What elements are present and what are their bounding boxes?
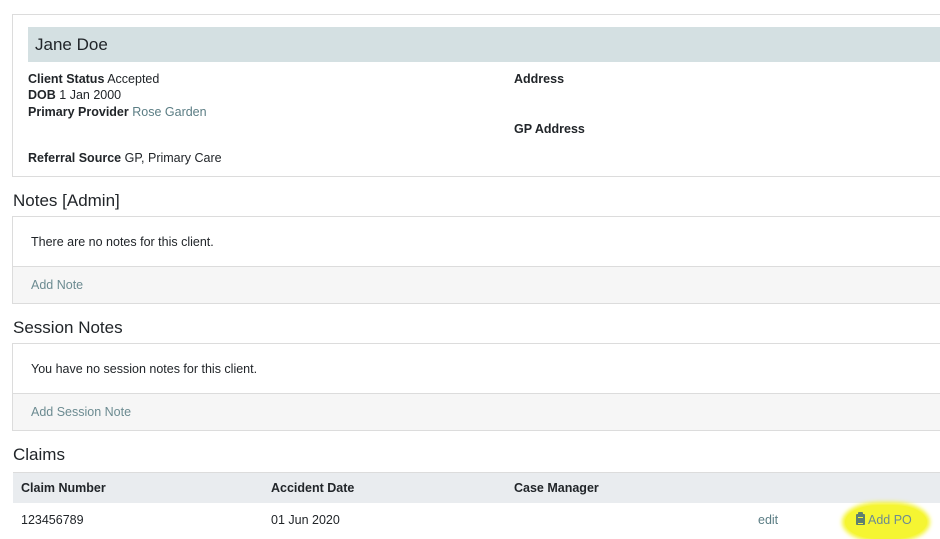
- address-label: Address: [514, 72, 565, 86]
- client-status: Client Status Accepted: [28, 71, 159, 87]
- table-row: 123456789 01 Jun 2020 edit Add PO: [13, 503, 940, 539]
- referral-source: Referral Source GP, Primary Care: [28, 150, 222, 166]
- clipboard-icon: [856, 512, 865, 525]
- column-header-claim-number: Claim Number: [21, 481, 106, 495]
- claim-number-cell: 123456789: [21, 513, 84, 527]
- primary-provider-label: Primary Provider: [28, 105, 129, 119]
- client-name: Jane Doe: [35, 35, 108, 54]
- primary-provider-link[interactable]: Rose Garden: [132, 105, 206, 119]
- notes-panel: There are no notes for this client. Add …: [12, 216, 940, 304]
- client-status-label: Client Status: [28, 72, 105, 86]
- dob-label: DOB: [28, 88, 56, 102]
- client-card: Jane Doe Client Status Accepted DOB 1 Ja…: [12, 14, 940, 177]
- claims-table-header: Claim Number Accident Date Case Manager: [13, 472, 940, 503]
- accident-date-cell: 01 Jun 2020: [271, 513, 340, 527]
- claims-table: Claim Number Accident Date Case Manager …: [13, 472, 940, 539]
- gp-address: GP Address: [514, 121, 585, 137]
- session-notes-title: Session Notes: [13, 318, 123, 337]
- session-notes-panel: You have no session notes for this clien…: [12, 343, 940, 431]
- add-note-button[interactable]: Add Note: [13, 267, 940, 303]
- notes-title: Notes [Admin]: [13, 191, 120, 210]
- referral-source-label: Referral Source: [28, 151, 122, 165]
- column-header-case-manager: Case Manager: [514, 481, 599, 495]
- edit-claim-link[interactable]: edit: [758, 503, 778, 537]
- primary-provider: Primary Provider Rose Garden: [28, 104, 207, 120]
- client-dob: DOB 1 Jan 2000: [28, 87, 121, 103]
- session-notes-empty-text: You have no session notes for this clien…: [13, 344, 940, 394]
- client-status-value: Accepted: [107, 72, 160, 86]
- add-po-label: Add PO: [868, 513, 912, 527]
- claims-title: Claims: [13, 445, 65, 464]
- add-po-button[interactable]: Add PO: [845, 505, 927, 539]
- gp-address-label: GP Address: [514, 122, 585, 136]
- add-session-note-button[interactable]: Add Session Note: [13, 394, 940, 430]
- referral-source-value: GP, Primary Care: [124, 151, 222, 165]
- column-header-accident-date: Accident Date: [271, 481, 355, 495]
- client-name-header: Jane Doe: [28, 27, 940, 62]
- address: Address: [514, 71, 564, 87]
- notes-empty-text: There are no notes for this client.: [13, 217, 940, 267]
- dob-value: 1 Jan 2000: [59, 88, 122, 102]
